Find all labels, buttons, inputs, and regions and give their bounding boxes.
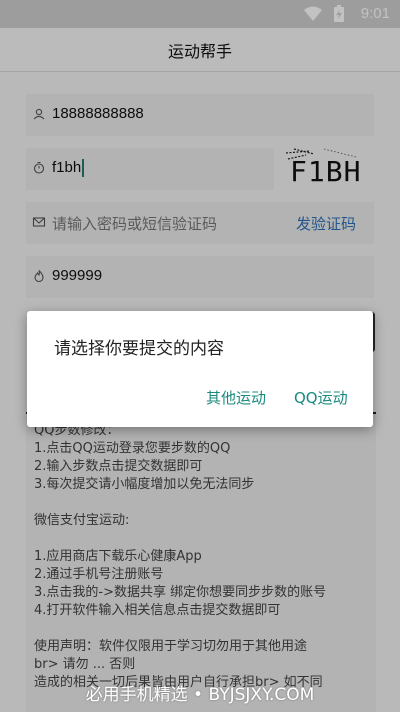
dialog-title: 请选择你要提交的内容 bbox=[54, 339, 224, 359]
choice-dialog: 请选择你要提交的内容 其他运动 QQ运动 bbox=[27, 311, 373, 427]
other-sports-button[interactable]: 其他运动 bbox=[204, 387, 268, 408]
watermark: 必用手机精选 • BYJSJXY.COM bbox=[85, 685, 315, 705]
qq-sports-button[interactable]: QQ运动 bbox=[292, 387, 350, 408]
